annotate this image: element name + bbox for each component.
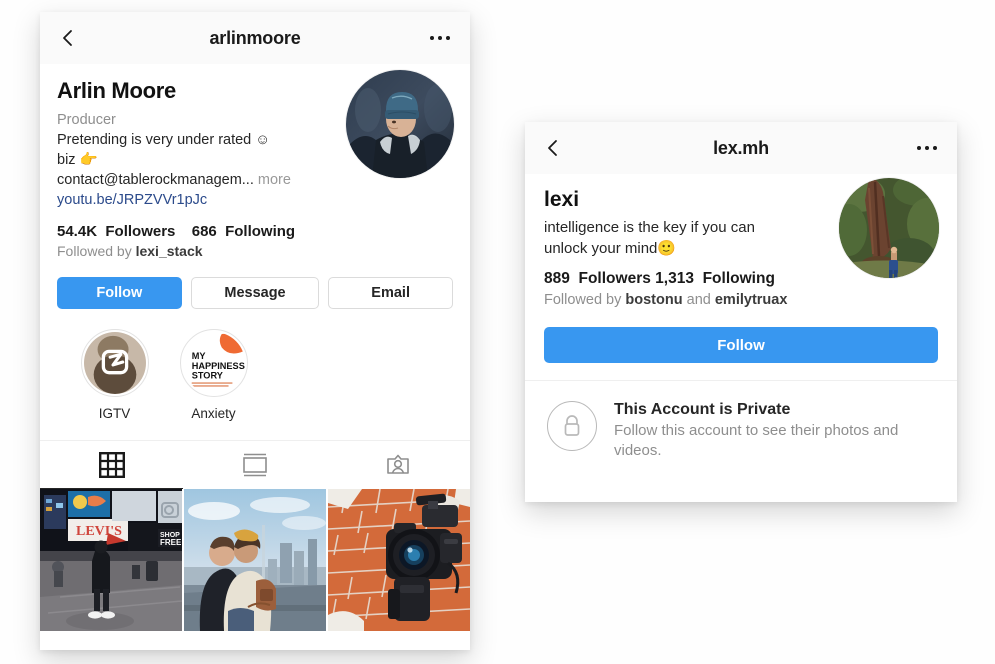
following-count[interactable]: 686 (192, 223, 217, 240)
bio-text: intelligence is the key if you can unloc… (544, 219, 755, 257)
ellipsis-icon[interactable] (430, 36, 450, 40)
grid-post[interactable] (328, 489, 470, 631)
tagged-person-icon (387, 454, 410, 474)
highlight-ring: MY HAPPINESS STORY (179, 329, 248, 397)
profile-card-lexmh: lex.mh lexi intelligence is the key if y… (525, 122, 957, 502)
highlight-label: Anxiety (191, 406, 236, 421)
tab-feed[interactable] (183, 441, 326, 489)
follow-button-wrap: Follow (525, 310, 957, 380)
private-text-block: This Account is Private Follow this acco… (614, 401, 914, 461)
followed-by-row: Followed by bostonu and emilytruax (544, 290, 794, 310)
bio-line-2: biz 👉 (57, 152, 98, 168)
follow-button[interactable]: Follow (544, 327, 938, 363)
tab-tagged[interactable] (327, 441, 470, 489)
book-cover-icon: MY HAPPINESS STORY (182, 332, 245, 394)
followed-by-name-two[interactable]: emilytruax (715, 292, 788, 308)
followed-by-name-one[interactable]: bostonu (625, 292, 682, 308)
bio-website-link[interactable]: youtu.be/JRPZVVr1pJc (57, 190, 307, 210)
followed-by-row: Followed by lexi_stack (57, 243, 453, 259)
follow-button[interactable]: Follow (57, 277, 182, 309)
back-chevron-icon[interactable] (543, 138, 563, 158)
highlight-label: IGTV (98, 406, 131, 421)
igtv-icon (83, 332, 146, 394)
action-button-row: Follow Message Email (40, 259, 470, 309)
highlight-ring (80, 329, 149, 397)
followed-by-conjunction: and (686, 292, 711, 308)
private-title: This Account is Private (614, 401, 791, 418)
left-nav-title: arlinmoore (209, 27, 301, 48)
story-highlights: IGTV MY HAPPINESS STORY Anxiety (40, 309, 470, 421)
private-subtitle: Follow this account to see their photos … (614, 422, 899, 459)
back-chevron-icon[interactable] (58, 28, 78, 48)
followed-by-prefix: Followed by (544, 292, 622, 308)
avatar[interactable] (839, 178, 939, 278)
followed-by-names[interactable]: lexi_stack (136, 243, 203, 259)
right-navbar: lex.mh (525, 122, 957, 174)
following-label[interactable]: Following (225, 223, 295, 240)
ellipsis-icon[interactable] (917, 146, 937, 150)
right-profile-body: lexi intelligence is the key if you can … (525, 174, 957, 310)
tab-grid[interactable] (40, 441, 184, 489)
bio-category: Producer (57, 112, 116, 128)
right-nav-title: lex.mh (713, 137, 769, 158)
svg-text:MY: MY (191, 351, 205, 361)
left-profile-body: Arlin Moore Producer Pretending is very … (40, 64, 470, 259)
feed-list-icon (243, 453, 267, 477)
private-account-notice: This Account is Private Follow this acco… (525, 380, 957, 483)
grid-post[interactable] (184, 489, 326, 631)
followed-by-prefix: Followed by (57, 243, 132, 259)
svg-text:HAPPINESS: HAPPINESS (191, 361, 244, 371)
left-navbar: arlinmoore (40, 12, 470, 64)
grid-icon (98, 452, 125, 478)
stats-row: 54.4K Followers 686 Following (57, 223, 453, 240)
following-label[interactable]: Following (703, 270, 775, 287)
followers-label[interactable]: Followers (105, 223, 175, 240)
highlight-igtv[interactable]: IGTV (76, 329, 153, 421)
highlight-anxiety[interactable]: MY HAPPINESS STORY Anxiety (175, 329, 252, 421)
avatar[interactable] (346, 70, 454, 178)
following-count[interactable]: 1,313 (655, 270, 694, 287)
followers-label[interactable]: Followers (579, 270, 651, 287)
photo-grid: LEVI'S SHOP FREE (40, 489, 470, 631)
bio-line-1: Pretending is very under rated ☺ (57, 132, 271, 148)
bio-line-3: contact@tablerockmanagem... (57, 172, 254, 188)
followers-count[interactable]: 889 (544, 270, 570, 287)
email-button[interactable]: Email (328, 277, 453, 309)
bio-more-link[interactable]: more (258, 172, 291, 188)
svg-text:STORY: STORY (191, 371, 222, 381)
followers-count[interactable]: 54.4K (57, 223, 97, 240)
lock-icon (547, 401, 597, 451)
profile-tabbar (40, 440, 470, 489)
svg-text:FREE: FREE (160, 538, 182, 547)
grid-post[interactable]: LEVI'S SHOP FREE (40, 489, 182, 631)
profile-card-arlinmoore: arlinmoore Arlin Moore Producer Pretendi… (40, 12, 470, 650)
bio-block: Producer Pretending is very under rated … (57, 110, 307, 210)
message-button[interactable]: Message (190, 277, 320, 309)
